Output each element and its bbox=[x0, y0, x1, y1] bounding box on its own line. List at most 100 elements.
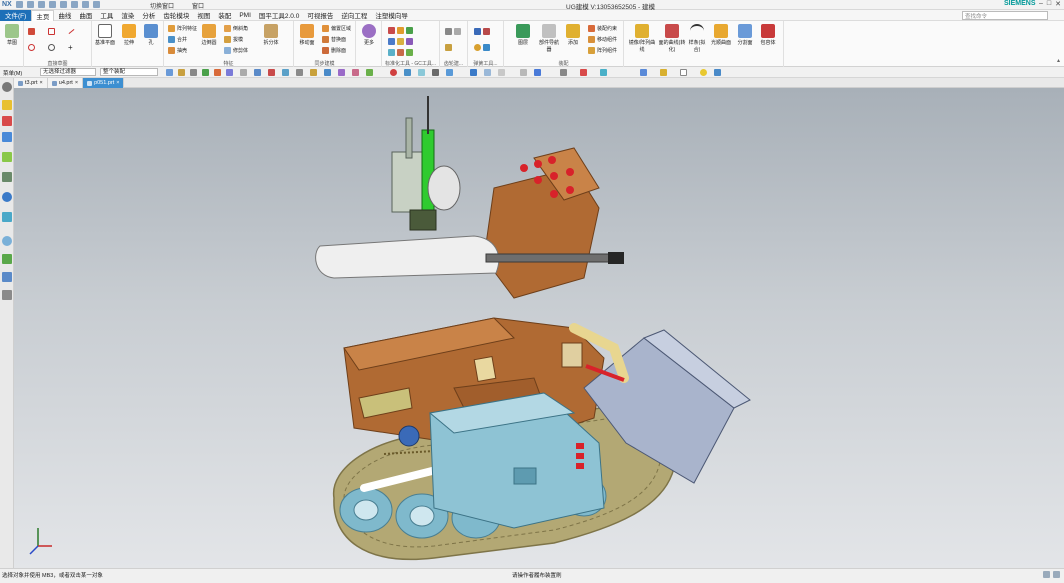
select-icon[interactable] bbox=[166, 69, 173, 76]
history-icon[interactable] bbox=[2, 212, 12, 222]
full-screen-icon[interactable] bbox=[1053, 571, 1060, 578]
menu-home[interactable]: 主页 bbox=[31, 9, 55, 21]
view-layout-icon[interactable] bbox=[534, 69, 541, 76]
blank-icon[interactable] bbox=[680, 69, 687, 76]
menu-analysis[interactable]: 分析 bbox=[138, 10, 159, 21]
type-filter-dropdown[interactable]: 无选择过滤器 bbox=[40, 68, 96, 76]
assembly-constraint-button[interactable]: 装配约束 bbox=[588, 24, 617, 32]
spline-fit-button[interactable]: 样条(拟合) bbox=[686, 21, 708, 53]
tab-t3[interactable]: t3.prt × bbox=[14, 78, 48, 88]
midpoint-icon[interactable] bbox=[282, 69, 289, 76]
close-icon[interactable]: × bbox=[75, 80, 78, 86]
selection-count-icon[interactable] bbox=[1043, 571, 1050, 578]
repeat-icon[interactable] bbox=[82, 1, 89, 8]
more-button[interactable]: 更多 bbox=[358, 21, 380, 46]
file-menu[interactable]: 文件(F) bbox=[0, 9, 32, 21]
graphics-window[interactable] bbox=[14, 88, 1064, 568]
body-icon[interactable] bbox=[202, 69, 209, 76]
menu-assembly[interactable]: 装配 bbox=[214, 10, 235, 21]
close-icon[interactable]: ✕ bbox=[1055, 0, 1061, 8]
paste-icon[interactable] bbox=[71, 1, 78, 8]
face-icon[interactable] bbox=[214, 69, 221, 76]
undo-icon[interactable] bbox=[27, 1, 34, 8]
point-snap-icon[interactable] bbox=[254, 69, 261, 76]
menu-reverse-engineering[interactable]: 逆向工程 bbox=[337, 10, 371, 21]
spring-tool-2[interactable] bbox=[474, 43, 490, 51]
gc-tool-3[interactable] bbox=[388, 48, 413, 56]
menu-curve[interactable]: 曲线 bbox=[54, 10, 75, 21]
chamfer-button[interactable]: 倒斜角 bbox=[224, 24, 248, 32]
offset-region-button[interactable]: 偏置区域 bbox=[322, 24, 351, 32]
edge-icon[interactable] bbox=[226, 69, 233, 76]
close-icon[interactable]: × bbox=[116, 80, 119, 86]
display-icon[interactable] bbox=[714, 69, 721, 76]
nearest-icon[interactable] bbox=[366, 69, 373, 76]
quadrant-icon[interactable] bbox=[310, 69, 317, 76]
mirror-pattern-curve-button[interactable]: 镜像/阵列曲线 bbox=[628, 21, 656, 53]
feature-icon[interactable] bbox=[190, 69, 197, 76]
close-icon[interactable]: × bbox=[40, 80, 43, 86]
tab-p051[interactable]: p051.prt × bbox=[83, 78, 125, 88]
draft-button[interactable]: 拔模 bbox=[224, 35, 243, 43]
delete-face-button[interactable]: 删除面 bbox=[322, 46, 346, 54]
pan-icon[interactable] bbox=[446, 69, 453, 76]
layer-button[interactable]: 图层 bbox=[512, 21, 534, 46]
hole-button[interactable]: 孔 bbox=[140, 21, 162, 46]
menu-tools[interactable]: 工具 bbox=[96, 10, 117, 21]
save-icon[interactable] bbox=[16, 1, 23, 8]
work-layer-icon[interactable] bbox=[640, 69, 647, 76]
layer-settings-icon[interactable] bbox=[660, 69, 667, 76]
extrude-button[interactable]: 拉伸 bbox=[118, 21, 140, 46]
maximize-icon[interactable]: □ bbox=[1047, 0, 1051, 8]
bounding-body-button[interactable]: 包容体 bbox=[756, 21, 780, 46]
edge-blend-button[interactable]: 边倒圆 bbox=[198, 21, 220, 46]
split-body-button[interactable]: 拆分体 bbox=[260, 21, 282, 46]
pattern-component-button[interactable]: 阵列组件 bbox=[588, 46, 617, 54]
circle-tool[interactable] bbox=[48, 43, 55, 51]
line-tool[interactable] bbox=[68, 27, 75, 35]
hd3d-tools-icon[interactable] bbox=[2, 172, 12, 182]
center-icon[interactable] bbox=[296, 69, 303, 76]
gear-tool[interactable] bbox=[445, 27, 461, 35]
system-scenes-icon[interactable] bbox=[2, 290, 12, 300]
shaded-icon[interactable] bbox=[484, 69, 491, 76]
ribbon-collapse-icon[interactable]: ▴ bbox=[1057, 57, 1060, 64]
command-search-input[interactable]: 查找命令 bbox=[962, 11, 1048, 20]
zoom-icon[interactable] bbox=[418, 69, 425, 76]
camera-icon[interactable] bbox=[560, 69, 567, 76]
copy-icon[interactable] bbox=[60, 1, 67, 8]
intersection-icon[interactable] bbox=[324, 69, 331, 76]
light-icon[interactable] bbox=[600, 69, 607, 76]
section-icon[interactable] bbox=[520, 69, 527, 76]
part-navigator-button[interactable]: 部件导航器 bbox=[538, 21, 560, 53]
roles-icon[interactable] bbox=[2, 272, 12, 282]
fit-view-icon[interactable] bbox=[404, 69, 411, 76]
orient-icon[interactable] bbox=[390, 69, 397, 76]
menu-pmi[interactable]: PMI bbox=[235, 10, 255, 21]
web-browser-icon[interactable] bbox=[2, 192, 12, 202]
settings-icon[interactable] bbox=[2, 82, 12, 92]
cut-icon[interactable] bbox=[49, 1, 56, 8]
menu-view[interactable]: 视图 bbox=[193, 10, 214, 21]
minimize-icon[interactable]: – bbox=[1039, 0, 1043, 8]
constraint-navigator-icon[interactable] bbox=[2, 116, 12, 126]
process-studio-icon[interactable] bbox=[2, 254, 12, 264]
rotate-icon[interactable] bbox=[432, 69, 439, 76]
tangent-icon[interactable] bbox=[338, 69, 345, 76]
trim-body-button[interactable]: 修剪体 bbox=[224, 46, 248, 54]
divide-face-button[interactable]: 分割面 bbox=[732, 21, 758, 46]
smooth-surface-button[interactable]: 光顺曲面 bbox=[708, 21, 734, 46]
menu-mold-wizard[interactable]: 注塑模向导 bbox=[371, 10, 412, 21]
arc-tool[interactable] bbox=[28, 43, 35, 51]
redo-icon[interactable] bbox=[38, 1, 45, 8]
pattern-feature-button[interactable]: 阵列特征 bbox=[168, 24, 197, 32]
shaded-with-edges-icon[interactable] bbox=[470, 69, 477, 76]
perpendicular-icon[interactable] bbox=[352, 69, 359, 76]
menu-visual-report[interactable]: 可视报告 bbox=[303, 10, 337, 21]
sketch-button[interactable]: 草图 bbox=[1, 21, 23, 46]
gear-tool-2[interactable] bbox=[445, 43, 452, 51]
endpoint-icon[interactable] bbox=[268, 69, 275, 76]
menu-gear-module[interactable]: 齿轮模块 bbox=[159, 10, 193, 21]
reuse-library-icon[interactable] bbox=[2, 152, 12, 162]
touch-mode-icon[interactable] bbox=[93, 1, 100, 8]
